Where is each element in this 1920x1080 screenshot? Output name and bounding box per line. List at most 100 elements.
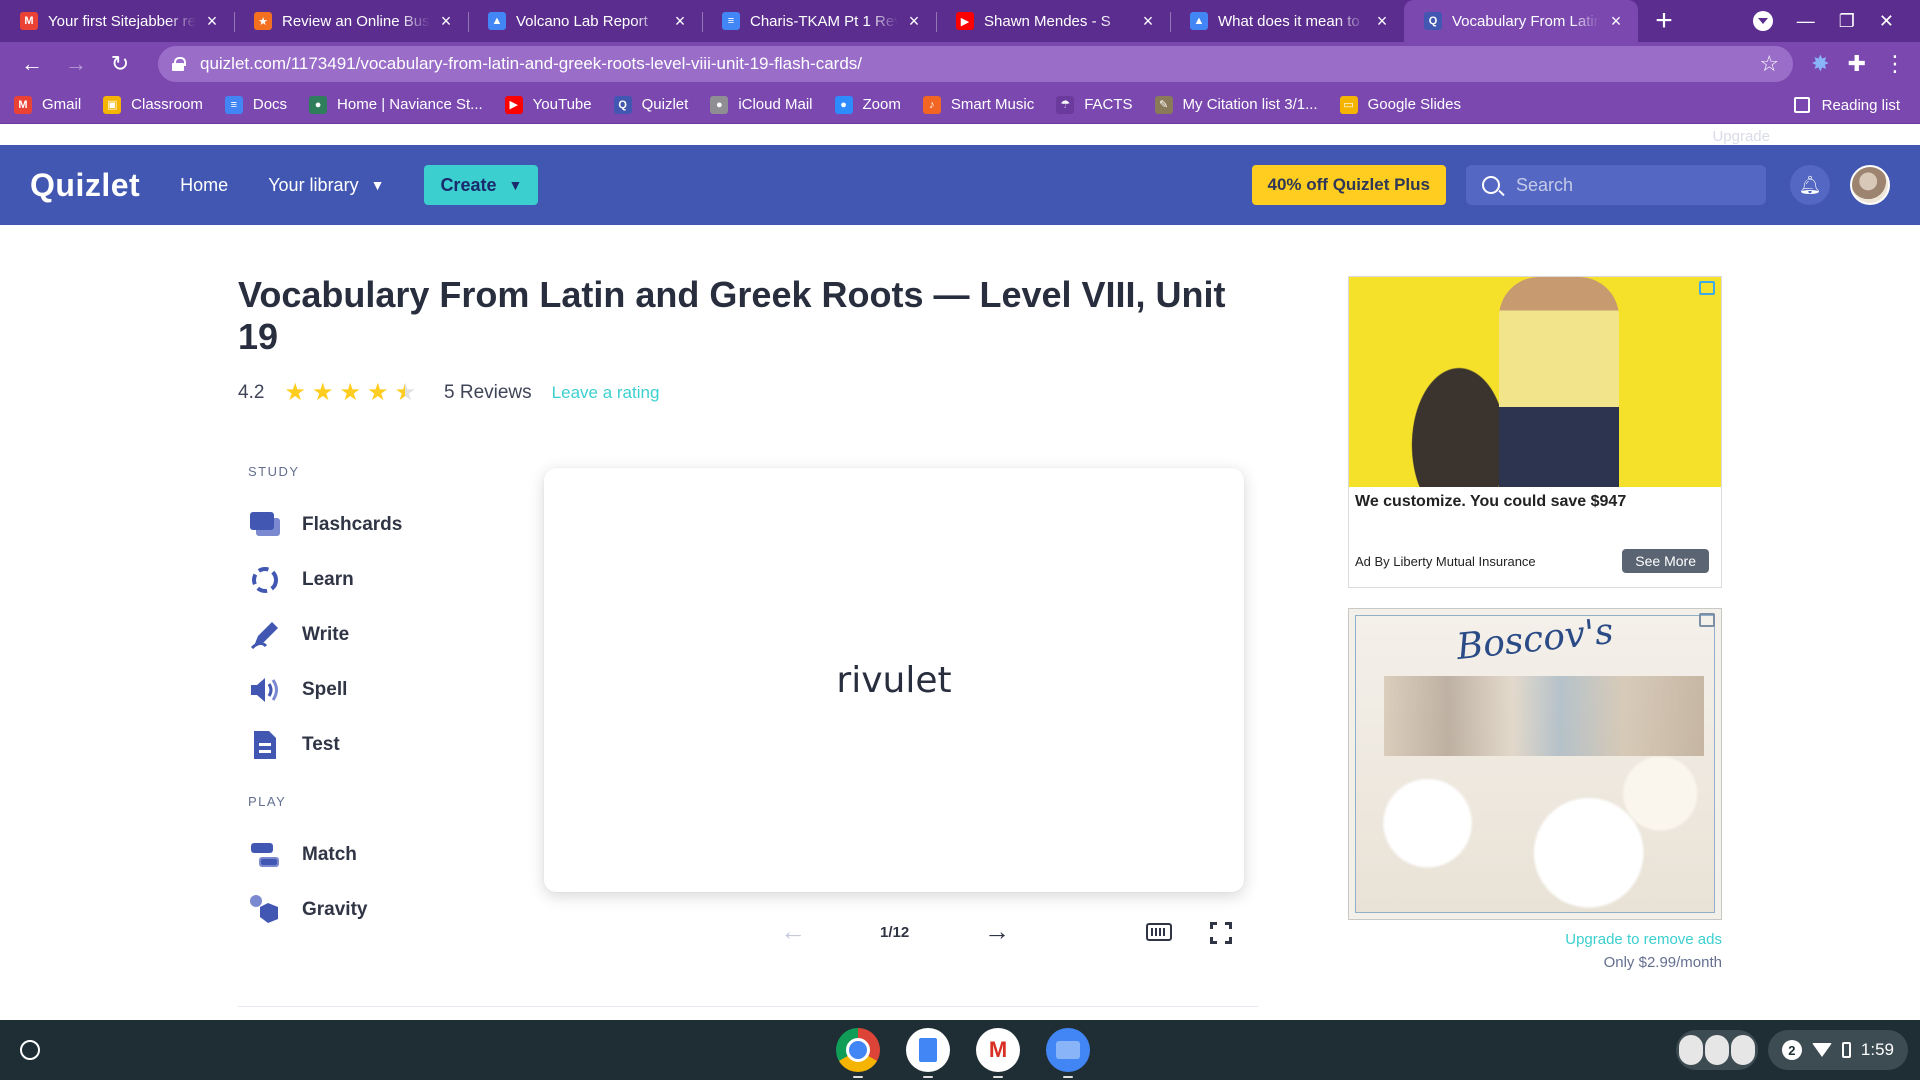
close-icon[interactable]: ×: [1372, 11, 1392, 31]
study-mode-test[interactable]: Test: [248, 717, 478, 772]
docs-app-icon[interactable]: [906, 1028, 950, 1078]
ad-liberty-mutual[interactable]: We customize. You could save $947 Ad By …: [1348, 276, 1722, 588]
reading-list-icon: [1793, 97, 1810, 113]
browser-tab[interactable]: ▶ Shawn Mendes - S ×: [936, 0, 1170, 42]
match-icon: [248, 838, 282, 872]
leave-rating-link[interactable]: Leave a rating: [552, 383, 660, 403]
bookmark-item[interactable]: ▭ Google Slides: [1339, 95, 1461, 114]
star-icon: ★: [366, 379, 389, 406]
restore-icon[interactable]: ❐: [1839, 11, 1855, 32]
tab-strip: M Your first Sitejabber re × ★ Review an Onl…: [0, 0, 1920, 42]
reading-list-button[interactable]: Reading list: [1793, 86, 1900, 124]
create-button[interactable]: Create ▼: [424, 165, 539, 205]
star-icon: ★: [284, 379, 306, 406]
ad-headline[interactable]: We customize. You could save $947: [1349, 487, 1721, 511]
bookmark-item[interactable]: M Gmail: [14, 95, 81, 114]
address-bar[interactable]: quizlet.com/1173491/vocabulary-from-lati…: [158, 46, 1794, 82]
study-mode-write[interactable]: Write: [248, 607, 478, 662]
tab-search-icon[interactable]: [1752, 11, 1773, 31]
bookmark-item[interactable]: Q Quizlet: [613, 95, 688, 114]
extension-icon[interactable]: ✸: [1811, 51, 1829, 77]
close-icon[interactable]: ×: [1138, 11, 1158, 31]
quizlet-logo[interactable]: Quizlet: [30, 167, 140, 204]
tab-title: Review an Online Busin: [282, 12, 430, 30]
search-input[interactable]: Search: [1466, 165, 1766, 205]
search-icon: [1482, 176, 1500, 194]
bookmark-item[interactable]: ✎ My Citation list 3/1...: [1154, 95, 1318, 114]
reload-icon[interactable]: ↻: [102, 46, 138, 82]
close-icon[interactable]: ×: [904, 11, 924, 31]
upgrade-price: Only $2.99/month: [1603, 954, 1722, 971]
rating-stars: ★ ★ ★ ★ ★: [284, 378, 416, 407]
url-text[interactable]: quizlet.com/1173491/vocabulary-from-lati…: [200, 54, 1759, 74]
close-icon[interactable]: ×: [436, 11, 456, 31]
classroom-icon: ▲: [488, 12, 506, 30]
promo-button[interactable]: 40% off Quizlet Plus: [1251, 165, 1446, 205]
study-section-label: STUDY: [248, 464, 300, 479]
bookmark-label: Classroom: [131, 96, 203, 113]
rating-row: 4.2 ★ ★ ★ ★ ★ 5 Reviews Leave a rating: [238, 378, 659, 407]
system-tray[interactable]: 2 1:59: [1767, 1030, 1908, 1070]
puzzle-icon[interactable]: ✚: [1848, 51, 1866, 77]
bookmark-item[interactable]: ≡ Docs: [224, 95, 287, 114]
close-window-icon[interactable]: ✕: [1879, 11, 1894, 32]
minimize-icon[interactable]: —: [1797, 11, 1815, 32]
launcher-icon[interactable]: [20, 1040, 40, 1060]
bell-icon[interactable]: 🔔︎: [1790, 165, 1830, 205]
keyboard-shortcuts-icon[interactable]: [1146, 923, 1172, 941]
bookmark-item[interactable]: ● iCloud Mail: [710, 95, 813, 114]
bookmark-item[interactable]: ● Home | Naviance St...: [309, 95, 483, 114]
ad-image[interactable]: [1349, 277, 1721, 487]
tab-title: What does it mean to T: [1218, 12, 1366, 30]
files-app-icon[interactable]: [1046, 1028, 1090, 1078]
holding-space-icon[interactable]: [1675, 1030, 1758, 1070]
status-tray: 2 1:59: [1675, 1030, 1908, 1070]
gmail-app-icon[interactable]: M: [976, 1028, 1020, 1078]
browser-tab[interactable]: ≡ Charis-TKAM Pt 1 Revi ×: [702, 0, 936, 42]
lock-icon[interactable]: [172, 57, 186, 71]
menu-dots-icon[interactable]: ⋮: [1884, 51, 1906, 77]
flashcard[interactable]: rivulet: [544, 468, 1244, 892]
shelf-apps: M: [836, 1028, 1090, 1078]
forward-arrow-icon[interactable]: →: [58, 46, 94, 82]
browser-tab[interactable]: ★ Review an Online Busin ×: [234, 0, 468, 42]
upgrade-remove-ads-link[interactable]: Upgrade to remove ads: [1348, 928, 1722, 951]
previous-card-arrow-icon[interactable]: ←: [780, 916, 806, 947]
study-mode-spell[interactable]: Spell: [248, 662, 478, 717]
half-star-icon: ★: [394, 379, 416, 406]
ad-choices-icon[interactable]: [1699, 613, 1715, 627]
new-tab-button[interactable]: +: [1644, 0, 1684, 42]
bookmark-item[interactable]: ♪ Smart Music: [922, 95, 1035, 114]
bookmark-item[interactable]: ☂ FACTS: [1056, 95, 1133, 114]
back-arrow-icon[interactable]: ←: [14, 46, 50, 82]
study-mode-match[interactable]: Match: [248, 827, 478, 882]
fullscreen-icon[interactable]: [1210, 922, 1232, 944]
bookmark-label: Smart Music: [950, 96, 1035, 113]
close-icon[interactable]: ×: [1606, 11, 1626, 31]
nav-your-library[interactable]: Your library ▼: [268, 175, 384, 196]
bookmark-star-icon[interactable]: ☆: [1759, 51, 1779, 77]
spell-icon: [248, 673, 282, 707]
browser-tab[interactable]: ▲ Volcano Lab Report ×: [468, 0, 702, 42]
study-mode-gravity[interactable]: Gravity: [248, 882, 478, 937]
next-card-arrow-icon[interactable]: →: [984, 916, 1010, 947]
browser-tab[interactable]: ▲ What does it mean to T ×: [1170, 0, 1404, 42]
ad-boscovs[interactable]: Boscov's: [1348, 608, 1722, 920]
bookmark-item[interactable]: ▶ YouTube: [504, 95, 592, 114]
close-icon[interactable]: ×: [202, 11, 222, 31]
bookmark-item[interactable]: ● Zoom: [834, 95, 901, 114]
chrome-app-icon[interactable]: [836, 1028, 880, 1078]
nav-home[interactable]: Home: [180, 175, 228, 196]
bookmark-item[interactable]: ▣ Classroom: [103, 95, 203, 114]
upgrade-link-ghost[interactable]: Upgrade: [1712, 128, 1770, 145]
study-mode-flashcards[interactable]: Flashcards: [248, 497, 478, 552]
browser-tab[interactable]: Q Vocabulary From Latin ×: [1404, 0, 1638, 42]
close-icon[interactable]: ×: [670, 11, 690, 31]
browser-tab[interactable]: M Your first Sitejabber re ×: [0, 0, 234, 42]
ad-advertiser: Ad By Liberty Mutual Insurance: [1355, 553, 1536, 569]
avatar[interactable]: [1850, 165, 1890, 205]
tab-title: Volcano Lab Report: [516, 12, 648, 30]
ad-choices-icon[interactable]: [1699, 281, 1715, 295]
see-more-button[interactable]: See More: [1622, 549, 1709, 573]
study-mode-learn[interactable]: Learn: [248, 552, 478, 607]
